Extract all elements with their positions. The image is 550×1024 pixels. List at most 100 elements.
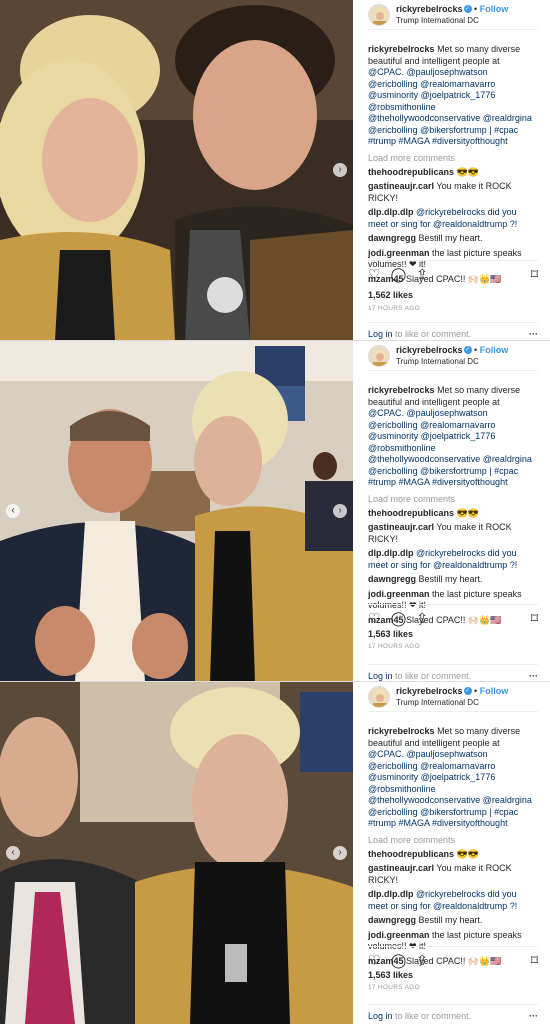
location[interactable]: Trump International DC <box>396 15 508 26</box>
load-more-comments[interactable]: Load more comments <box>368 153 538 163</box>
comment-user[interactable]: jodi.greenman <box>368 248 430 258</box>
comment-text: 😎😎 <box>456 507 479 518</box>
comment-text: 😎😎 <box>456 848 479 859</box>
comment-user[interactable]: gastineaujr.carl <box>368 181 434 191</box>
comment-user[interactable]: dawngregg <box>368 574 416 584</box>
prev-photo-button[interactable]: ‹ <box>6 504 20 518</box>
caption: rickyrebelrocks Met so many diverse beau… <box>368 726 538 830</box>
action-bar: ♡ ◯ ⇪ ⌑ <box>368 604 538 625</box>
more-options-icon[interactable]: ··· <box>529 329 538 339</box>
load-more-comments[interactable]: Load more comments <box>368 835 538 845</box>
more-options-icon[interactable]: ··· <box>529 1011 538 1021</box>
photo-illustration <box>0 682 353 1024</box>
location[interactable]: Trump International DC <box>396 697 508 708</box>
comment: dlp.dlp.dlp @rickyrebelrocks did you mee… <box>368 548 538 571</box>
post-header: rickyrebelrocks ✓ • Follow Trump Internat… <box>368 682 538 712</box>
prev-photo-button[interactable]: ‹ <box>6 846 20 860</box>
follow-button[interactable]: Follow <box>480 345 509 355</box>
comment-text: 😎😎 <box>456 166 479 177</box>
caption-username[interactable]: rickyrebelrocks <box>368 44 435 54</box>
likes-count[interactable]: 1,563 likes <box>368 970 413 980</box>
comment-user[interactable]: dawngregg <box>368 915 416 925</box>
login-link[interactable]: Log in <box>368 671 393 681</box>
comment-user[interactable]: dlp.dlp.dlp <box>368 207 414 217</box>
caption-tags[interactable]: @CPAC. @pauljosephwatson @ericbolling @r… <box>368 749 532 828</box>
post-photo[interactable]: › <box>0 0 353 340</box>
comment: thehoodrepublicans 😎😎 <box>368 167 538 179</box>
post: › rickyrebelrocks ✓ • Follow Trump Intern… <box>0 0 550 341</box>
follow-button[interactable]: Follow <box>480 4 509 14</box>
verified-badge-icon: ✓ <box>463 5 472 14</box>
location[interactable]: Trump International DC <box>396 356 508 367</box>
comment: gastineaujr.carl You make it ROCK RICKY! <box>368 863 538 886</box>
next-photo-button[interactable]: › <box>333 846 347 860</box>
verified-badge-icon: ✓ <box>463 346 472 355</box>
comment-user[interactable]: gastineaujr.carl <box>368 863 434 873</box>
bookmark-icon[interactable]: ⌑ <box>531 267 538 281</box>
comment-user[interactable]: thehoodrepublicans <box>368 508 454 518</box>
login-text: to like or comment. <box>395 1011 472 1021</box>
comment: dlp.dlp.dlp @rickyrebelrocks did you mee… <box>368 889 538 912</box>
login-bar: Log in to like or comment. ··· <box>368 1004 538 1021</box>
comment-text: Bestill my heart. <box>418 574 483 584</box>
post: ‹ › rickyrebelrocks ✓ • Follow Trump Inte… <box>0 341 550 682</box>
comment-user[interactable]: gastineaujr.carl <box>368 522 434 532</box>
post-sidebar: rickyrebelrocks ✓ • Follow Trump Internat… <box>355 682 550 1024</box>
comment-user[interactable]: dlp.dlp.dlp <box>368 548 414 558</box>
comment-icon[interactable]: ◯ <box>391 267 407 281</box>
follow-button[interactable]: Follow <box>480 686 509 696</box>
username[interactable]: rickyrebelrocks <box>396 345 463 355</box>
heart-icon[interactable]: ♡ <box>368 953 381 967</box>
more-options-icon[interactable]: ··· <box>529 671 538 681</box>
login-link[interactable]: Log in <box>368 329 393 339</box>
bookmark-icon[interactable]: ⌑ <box>531 611 538 625</box>
post-header: rickyrebelrocks ✓ • Follow Trump Internat… <box>368 341 538 371</box>
login-link[interactable]: Log in <box>368 1011 393 1021</box>
comment-text: Bestill my heart. <box>418 915 483 925</box>
caption-username[interactable]: rickyrebelrocks <box>368 726 435 736</box>
caption-tags[interactable]: @CPAC. @pauljosephwatson @ericbolling @r… <box>368 408 532 487</box>
caption-tags[interactable]: @CPAC. @pauljosephwatson @ericbolling @r… <box>368 67 532 146</box>
comment-user[interactable]: jodi.greenman <box>368 930 430 940</box>
comment: thehoodrepublicans 😎😎 <box>368 849 538 861</box>
heart-icon[interactable]: ♡ <box>368 267 381 281</box>
caption: rickyrebelrocks Met so many diverse beau… <box>368 44 538 148</box>
comment-user[interactable]: jodi.greenman <box>368 589 430 599</box>
comment-text: Bestill my heart. <box>418 233 483 243</box>
avatar[interactable] <box>368 3 390 26</box>
timestamp: 17 HOURS AGO <box>368 643 421 650</box>
heart-icon[interactable]: ♡ <box>368 611 381 625</box>
avatar[interactable] <box>368 685 390 708</box>
comment: dawngregg Bestill my heart. <box>368 574 538 586</box>
comment-user[interactable]: dlp.dlp.dlp <box>368 889 414 899</box>
comment: thehoodrepublicans 😎😎 <box>368 508 538 520</box>
load-more-comments[interactable]: Load more comments <box>368 494 538 504</box>
photo-illustration <box>0 341 353 681</box>
action-bar: ♡ ◯ ⇪ ⌑ <box>368 260 538 281</box>
next-photo-button[interactable]: › <box>333 504 347 518</box>
username[interactable]: rickyrebelrocks <box>396 686 463 696</box>
comment-icon[interactable]: ◯ <box>391 611 407 625</box>
comment-icon[interactable]: ◯ <box>391 953 407 967</box>
caption-username[interactable]: rickyrebelrocks <box>368 385 435 395</box>
post-sidebar: rickyrebelrocks ✓ • Follow Trump Internat… <box>355 0 550 340</box>
share-icon[interactable]: ⇪ <box>416 267 428 281</box>
share-icon[interactable]: ⇪ <box>416 953 428 967</box>
bookmark-icon[interactable]: ⌑ <box>531 953 538 967</box>
post-header: rickyrebelrocks ✓ • Follow Trump Internat… <box>368 0 538 30</box>
likes-count[interactable]: 1,562 likes <box>368 290 413 300</box>
comment: dlp.dlp.dlp @rickyrebelrocks did you mee… <box>368 207 538 230</box>
comment-user[interactable]: dawngregg <box>368 233 416 243</box>
avatar[interactable] <box>368 344 390 367</box>
username[interactable]: rickyrebelrocks <box>396 4 463 14</box>
next-photo-button[interactable]: › <box>333 163 347 177</box>
comment-user[interactable]: thehoodrepublicans <box>368 849 454 859</box>
likes-count[interactable]: 1,563 likes <box>368 629 413 639</box>
share-icon[interactable]: ⇪ <box>416 611 428 625</box>
comment-user[interactable]: thehoodrepublicans <box>368 167 454 177</box>
verified-badge-icon: ✓ <box>463 687 472 696</box>
post-photo[interactable]: ‹ › <box>0 341 353 681</box>
comment: dawngregg Bestill my heart. <box>368 233 538 245</box>
comment: gastineaujr.carl You make it ROCK RICKY! <box>368 181 538 204</box>
post-photo[interactable]: ‹ › <box>0 682 353 1024</box>
